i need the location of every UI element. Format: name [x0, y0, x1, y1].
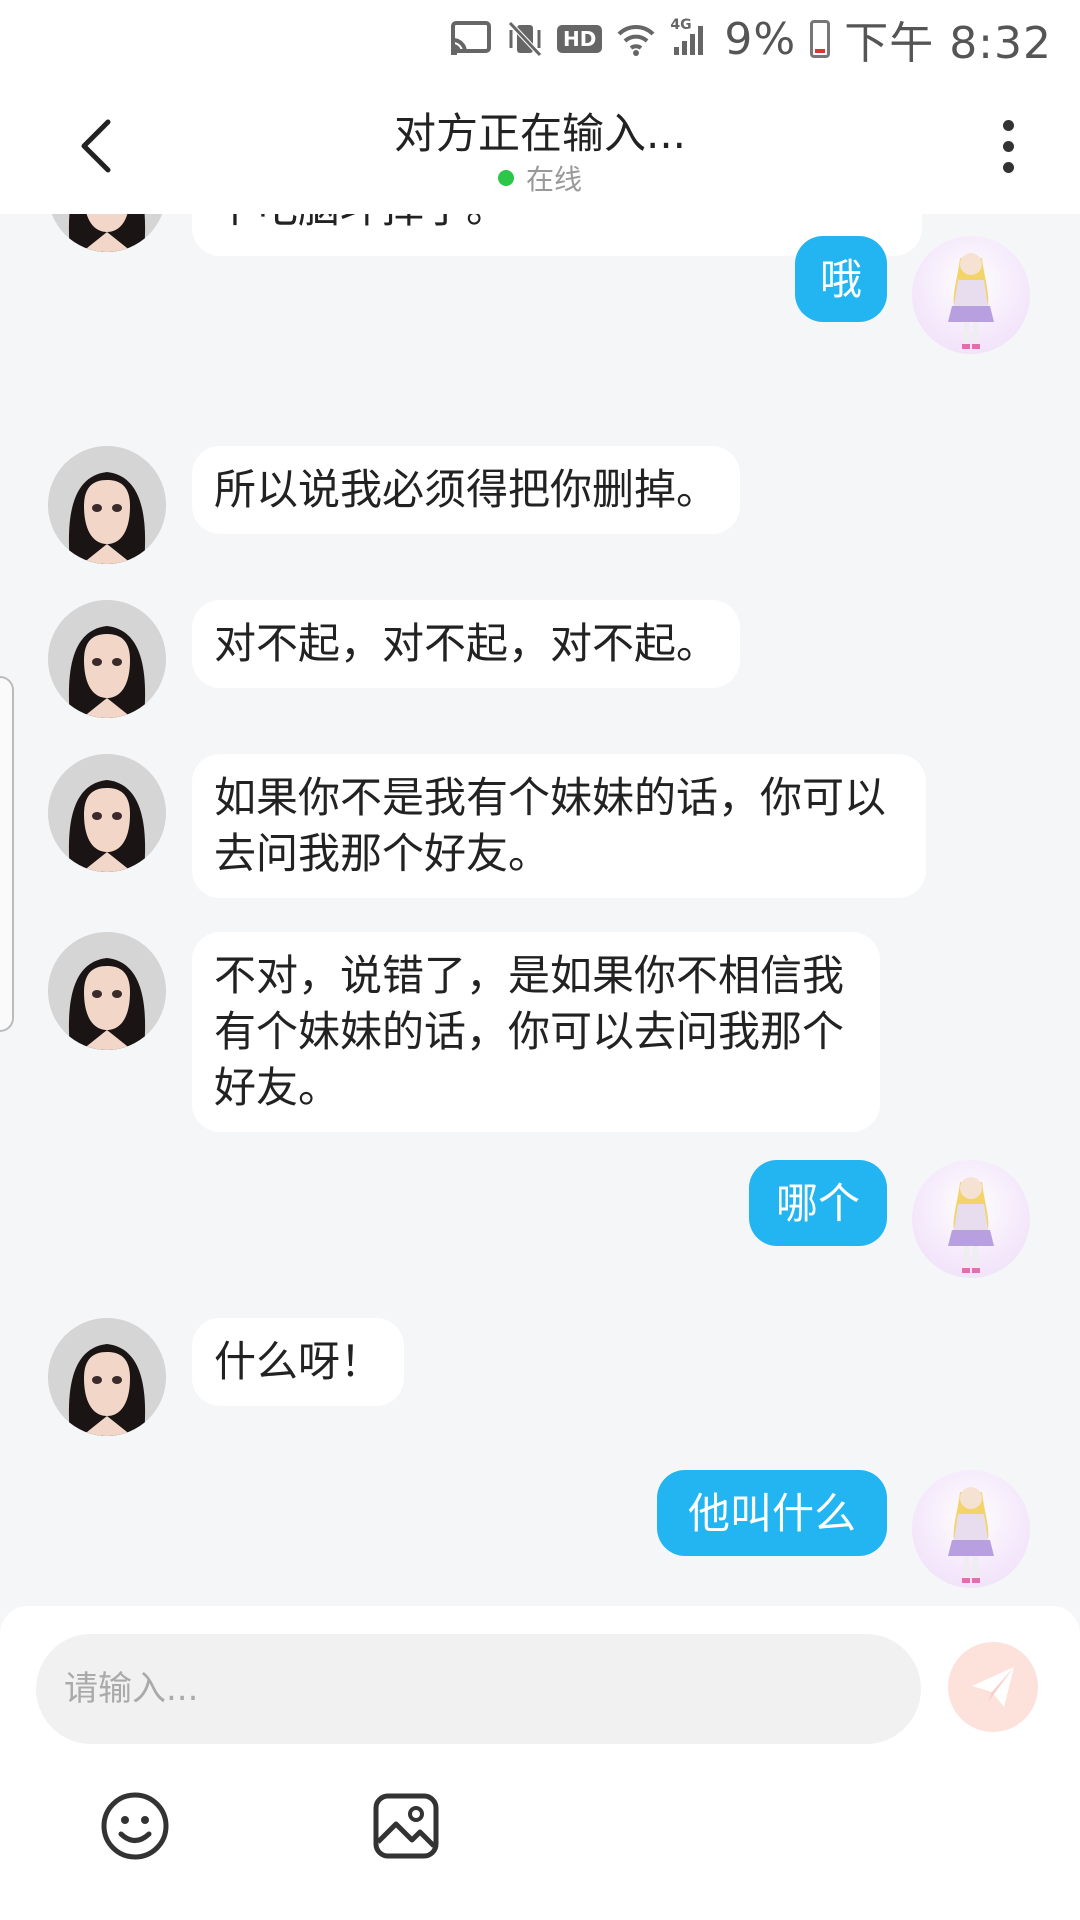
battery-icon: [810, 20, 831, 58]
outgoing-message-bubble[interactable]: 哪个: [749, 1160, 887, 1246]
more-dot-icon: [1002, 119, 1014, 131]
hd-icon: HD: [557, 25, 603, 53]
chat-title: 对方正在输入...: [393, 109, 687, 158]
wifi-icon: [616, 22, 656, 56]
incoming-message-bubble[interactable]: 所以说我必须得把你删掉。: [192, 446, 741, 534]
send-button[interactable]: [948, 1642, 1038, 1732]
contact-avatar[interactable]: [48, 214, 166, 252]
contact-avatar[interactable]: [48, 600, 166, 718]
incoming-message-bubble[interactable]: 如果你不是我有个妹妹的话，你可以去问我那个好友。: [192, 754, 926, 898]
online-status-label: 在线: [525, 163, 582, 196]
status-bar: HD 4G 9% 下午 8:32: [0, 0, 1080, 78]
chat-header: 对方正在输入... 在线: [0, 78, 1080, 214]
contact-avatar[interactable]: [48, 754, 166, 872]
incoming-message-bubble[interactable]: 对不起，对不起，对不起。: [192, 600, 741, 688]
user-avatar[interactable]: [912, 236, 1030, 354]
image-button[interactable]: [370, 1790, 442, 1862]
signal-icon: 4G: [670, 17, 710, 57]
message-input[interactable]: [36, 1634, 921, 1744]
online-status: 在线: [0, 158, 1080, 198]
more-options-button[interactable]: [988, 116, 1028, 176]
outgoing-message-bubble[interactable]: 他叫什么: [657, 1470, 887, 1556]
clock: 下午 8:32: [844, 18, 1052, 69]
user-avatar[interactable]: [912, 1470, 1030, 1588]
more-dot-icon: [1002, 140, 1014, 152]
message-list[interactable]: 个电脑坏掉了。 哦 所以说我必须得把你删掉。 对不起，对不起，对不起。 如果你不…: [0, 214, 1080, 1606]
online-dot-icon: [497, 170, 514, 186]
cast-icon: [449, 20, 493, 58]
emoji-button[interactable]: [99, 1790, 171, 1862]
outgoing-message-bubble[interactable]: 哦: [795, 236, 887, 322]
contact-avatar[interactable]: [48, 932, 166, 1050]
scroll-handle[interactable]: [0, 676, 14, 1032]
send-icon: [972, 1667, 1014, 1707]
user-avatar[interactable]: [912, 1160, 1030, 1278]
image-icon: [373, 1793, 439, 1859]
network-type: 4G: [670, 17, 692, 33]
incoming-message-bubble[interactable]: 不对，说错了，是如果你不相信我有个妹妹的话，你可以去问我那个好友。: [192, 932, 880, 1132]
more-dot-icon: [1002, 161, 1014, 173]
emoji-icon: [101, 1792, 169, 1860]
incoming-message-bubble[interactable]: 什么呀！: [192, 1318, 405, 1406]
battery-percent: 9%: [724, 13, 797, 65]
composer: [0, 1606, 1080, 1920]
contact-avatar[interactable]: [48, 1318, 166, 1436]
contact-avatar[interactable]: [48, 446, 166, 564]
vibrate-mute-icon: [507, 20, 543, 58]
